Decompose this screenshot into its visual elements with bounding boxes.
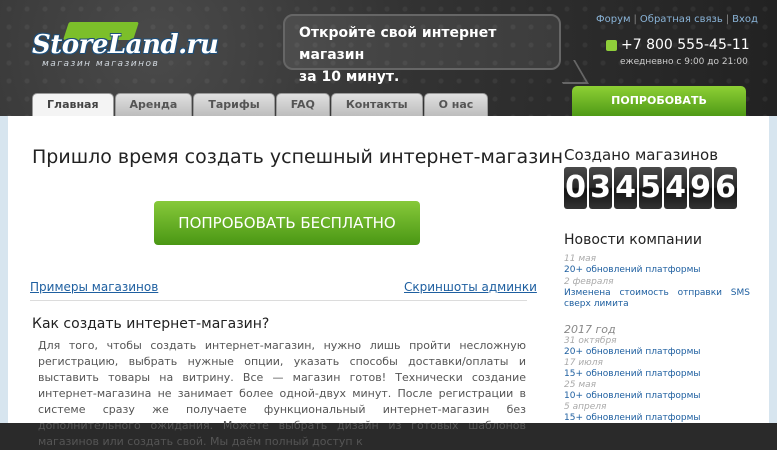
- news-link[interactable]: Изменена стоимость отправки SMS сверх ли…: [564, 288, 750, 310]
- news-item: 2 февраля Изменена стоимость отправки SM…: [564, 277, 750, 310]
- counter-digit: 4: [614, 167, 637, 209]
- news-link[interactable]: 20+ обновлений платформы: [564, 265, 750, 276]
- news-item: 25 мая 10+ обновлений платформы: [564, 380, 750, 402]
- counter-digit: 0: [564, 167, 587, 209]
- news-link[interactable]: 20+ обновлений платформы: [564, 347, 750, 358]
- news-date: 5 апреля: [564, 402, 607, 412]
- working-hours: ежедневно с 9:00 до 21:00: [620, 57, 748, 67]
- counter-digit: 6: [714, 167, 737, 209]
- header-try-free-button[interactable]: ПОПРОБОВАТЬ БЕСПЛАТНО: [572, 86, 746, 137]
- promo-bubble: Откройте свой интернет магазин за 10 мин…: [283, 14, 561, 85]
- forum-link[interactable]: Форум: [596, 14, 631, 25]
- news-link[interactable]: 10+ обновлений платформы: [564, 391, 750, 402]
- admin-screenshots-link[interactable]: Скриншоты админки: [404, 280, 537, 294]
- store-examples-link[interactable]: Примеры магазинов: [30, 280, 158, 294]
- right-border: [769, 116, 777, 423]
- news-title: Новости компании: [564, 232, 702, 248]
- phone-row: +7 800 555-45-11: [606, 37, 750, 53]
- section-paragraph: Для того, чтобы создать интернет-магазин…: [38, 339, 526, 448]
- promo-line-2: за 10 минут.: [299, 69, 400, 85]
- counter-digit: 4: [664, 167, 687, 209]
- news-date: 25 мая: [564, 380, 597, 390]
- separator: |: [725, 14, 730, 25]
- top-links: Форум | Обратная связь | Вход: [596, 14, 758, 25]
- nav-tab-rent[interactable]: Аренда: [114, 93, 193, 116]
- year-label: 2017 год: [564, 323, 616, 336]
- counter-title: Создано магазинов: [564, 146, 719, 164]
- news-item: 31 октября 20+ обновлений платформы: [564, 336, 750, 358]
- news-date: 2 февраля: [564, 277, 614, 287]
- nav-tab-home[interactable]: Главная: [32, 93, 114, 116]
- try-free-button[interactable]: ПОПРОБОВАТЬ БЕСПЛАТНО: [154, 201, 420, 245]
- stores-counter: 0 3 4 5 4 9 6: [564, 167, 739, 209]
- counter-digit: 3: [589, 167, 612, 209]
- logo-text: StoreLand.ru: [32, 30, 219, 60]
- section-divider: [30, 300, 527, 301]
- nav-tab-faq[interactable]: FAQ: [275, 93, 330, 116]
- section-title: Как создать интернет-магазин?: [32, 316, 270, 332]
- counter-digit: 5: [639, 167, 662, 209]
- site-logo[interactable]: StoreLand.ru магазин магазинов: [28, 22, 219, 74]
- news-item: 5 апреля 15+ обновлений платформы: [564, 402, 750, 424]
- promo-line-1: Откройте свой интернет магазин: [299, 25, 497, 63]
- news-link[interactable]: 15+ обновлений платформы: [564, 369, 750, 380]
- phone-icon: [606, 39, 617, 51]
- nav-tab-pricing[interactable]: Тарифы: [193, 93, 275, 116]
- left-border: [0, 116, 8, 423]
- news-date: 11 мая: [564, 254, 597, 264]
- news-date: 17 июля: [564, 358, 603, 368]
- logo-tagline: магазин магазинов: [42, 59, 160, 69]
- news-date: 31 октября: [564, 336, 617, 346]
- news-item: 11 мая 20+ обновлений платформы: [564, 254, 750, 276]
- phone-number: +7 800 555-45-11: [621, 37, 750, 53]
- separator: |: [633, 14, 637, 25]
- news-item: 17 июля 15+ обновлений платформы: [564, 358, 750, 380]
- feedback-link[interactable]: Обратная связь: [640, 14, 723, 25]
- login-link[interactable]: Вход: [732, 14, 758, 25]
- page-headline: Пришло время создать успешный интернет-м…: [32, 146, 563, 168]
- main-nav: Главная Аренда Тарифы FAQ Контакты О нас: [32, 93, 489, 116]
- nav-tab-contacts[interactable]: Контакты: [330, 93, 423, 116]
- nav-tab-about[interactable]: О нас: [423, 93, 489, 116]
- news-link[interactable]: 15+ обновлений платформы: [564, 413, 750, 424]
- counter-digit: 9: [689, 167, 712, 209]
